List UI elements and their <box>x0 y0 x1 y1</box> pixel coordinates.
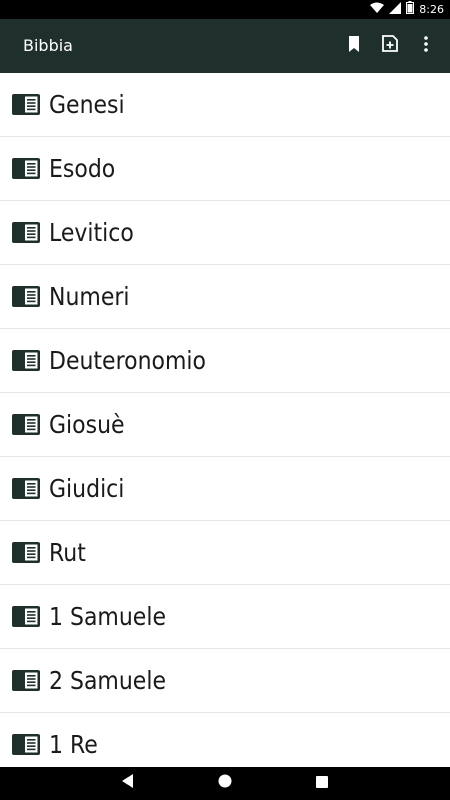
recents-button[interactable] <box>292 767 352 800</box>
book-list-item[interactable]: Esodo <box>0 137 450 201</box>
bookmark-button[interactable] <box>336 28 372 64</box>
book-list-item[interactable]: Levitico <box>0 201 450 265</box>
back-button[interactable] <box>98 767 158 800</box>
book-label: Giosuè <box>49 410 125 439</box>
book-label: 1 Samuele <box>49 602 166 631</box>
add-note-button[interactable] <box>372 28 408 64</box>
book-icon <box>12 414 40 436</box>
book-icon <box>12 734 40 756</box>
book-label: Giudici <box>49 474 125 503</box>
home-button[interactable] <box>195 767 255 800</box>
book-list-item[interactable]: 1 Samuele <box>0 585 450 649</box>
home-icon <box>218 774 232 793</box>
book-label: Levitico <box>49 218 134 247</box>
book-icon <box>12 222 40 244</box>
book-list-item[interactable]: 2 Samuele <box>0 649 450 713</box>
add-note-icon <box>382 35 398 57</box>
book-list: Genesi Esodo Levitico Numeri Deuteronomi… <box>0 73 450 767</box>
recents-icon <box>316 775 328 793</box>
book-list-item[interactable]: Rut <box>0 521 450 585</box>
app-title: Bibbia <box>23 36 73 55</box>
book-icon <box>12 670 40 692</box>
book-icon <box>12 606 40 628</box>
app-bar: Bibbia <box>0 19 450 73</box>
status-icons: 8:26 <box>370 0 444 19</box>
book-list-item[interactable]: 1 Re <box>0 713 450 767</box>
book-icon <box>12 350 40 372</box>
book-list-item[interactable]: Genesi <box>0 73 450 137</box>
book-icon <box>12 158 40 180</box>
wifi-icon <box>370 1 385 19</box>
book-label: 1 Re <box>49 730 98 759</box>
back-icon <box>122 774 134 793</box>
book-list-item[interactable]: Numeri <box>0 265 450 329</box>
book-icon <box>12 286 40 308</box>
navigation-bar <box>0 767 450 800</box>
bookmark-icon <box>348 35 360 57</box>
more-options-button[interactable] <box>408 28 444 64</box>
book-list-item[interactable]: Deuteronomio <box>0 329 450 393</box>
book-icon <box>12 94 40 116</box>
book-list-item[interactable]: Giudici <box>0 457 450 521</box>
battery-icon <box>406 0 415 19</box>
book-label: Genesi <box>49 90 125 119</box>
signal-icon <box>389 1 402 19</box>
book-list-item[interactable]: Giosuè <box>0 393 450 457</box>
book-icon <box>12 542 40 564</box>
book-icon <box>12 478 40 500</box>
app-actions <box>336 19 444 73</box>
status-bar: 8:26 <box>0 0 450 19</box>
status-time: 8:26 <box>419 3 444 16</box>
more-vert-icon <box>424 35 428 57</box>
book-label: Esodo <box>49 154 116 183</box>
book-label: Deuteronomio <box>49 346 207 375</box>
book-label: Rut <box>49 538 86 567</box>
book-label: Numeri <box>49 282 130 311</box>
book-label: 2 Samuele <box>49 666 166 695</box>
